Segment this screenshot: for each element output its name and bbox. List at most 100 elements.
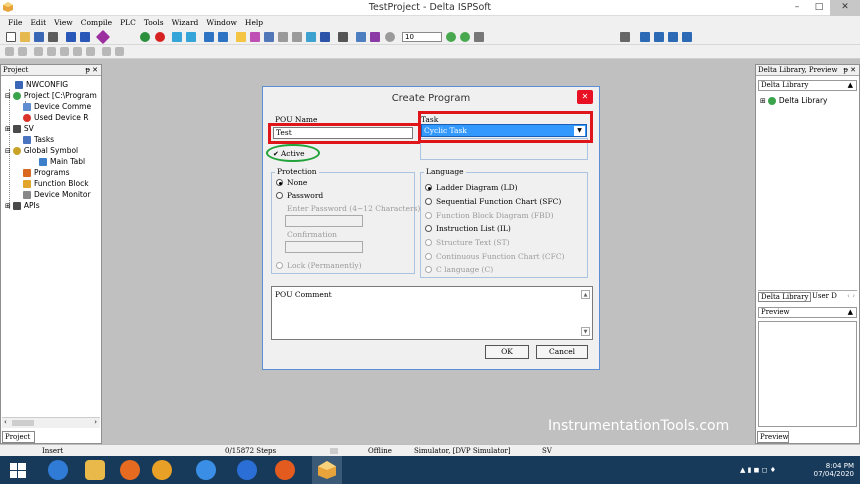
print-icon[interactable] xyxy=(48,32,58,42)
stop-icon[interactable] xyxy=(155,32,165,42)
open-folder-icon[interactable] xyxy=(20,32,30,42)
network-icon[interactable] xyxy=(338,32,348,42)
maximize-button[interactable]: □ xyxy=(808,0,830,16)
menu-window[interactable]: Window xyxy=(206,18,237,27)
symbol-icon[interactable] xyxy=(370,32,380,42)
menu-view[interactable]: View xyxy=(54,18,73,27)
firefox-icon[interactable] xyxy=(275,460,295,480)
upload-icon[interactable] xyxy=(204,32,214,42)
media-player-icon[interactable] xyxy=(120,460,140,480)
copy-icon[interactable] xyxy=(47,47,56,56)
tab-delta-library[interactable]: Delta Library xyxy=(758,292,812,302)
windows-start-icon[interactable] xyxy=(10,463,26,478)
menu-compile[interactable]: Compile xyxy=(81,18,112,27)
save-icon[interactable] xyxy=(34,32,44,42)
tree-item-programs[interactable]: Programs xyxy=(23,167,70,178)
edge-browser-icon[interactable] xyxy=(48,460,68,480)
password-input[interactable] xyxy=(285,215,363,227)
monitor-icon[interactable] xyxy=(186,32,196,42)
arrow-icon[interactable] xyxy=(474,32,484,42)
ispsoft-taskbar-button[interactable] xyxy=(312,456,342,484)
chrome-icon[interactable] xyxy=(152,460,172,480)
layout-icon[interactable] xyxy=(66,32,76,42)
language-fbd-radio[interactable]: Function Block Diagram (FBD) xyxy=(425,211,554,220)
comment-icon[interactable] xyxy=(356,32,366,42)
coil-icon[interactable] xyxy=(292,32,302,42)
download-icon[interactable] xyxy=(218,32,228,42)
close-window-button[interactable]: ✕ xyxy=(830,0,860,16)
browser-icon[interactable] xyxy=(196,460,216,480)
pou-comment-area[interactable]: POU Comment ▲ ▼ xyxy=(271,286,593,340)
minimize-button[interactable]: – xyxy=(786,0,808,16)
library-dropdown[interactable]: Delta Library ▲ xyxy=(758,80,857,91)
replace-icon[interactable] xyxy=(115,47,124,56)
tree-item-tasks[interactable]: Tasks xyxy=(23,134,54,145)
tree-item-nwconfig[interactable]: NWCONFIG xyxy=(15,79,68,90)
pencil-icon[interactable] xyxy=(236,32,246,42)
menu-plc[interactable]: PLC xyxy=(120,18,136,27)
search-icon[interactable] xyxy=(102,47,111,56)
window-icon[interactable] xyxy=(80,32,90,42)
tree-item-project[interactable]: ⊟ Project [C:\Program xyxy=(5,90,97,101)
matrix-icon[interactable] xyxy=(682,32,692,42)
tab-preview[interactable]: Preview xyxy=(757,431,789,443)
table-icon[interactable] xyxy=(654,32,664,42)
language-cfc-radio[interactable]: Continuous Function Chart (CFC) xyxy=(425,252,565,261)
edit-icon[interactable] xyxy=(250,32,260,42)
app-icon[interactable] xyxy=(237,460,257,480)
delete-icon[interactable] xyxy=(73,47,82,56)
menu-file[interactable]: File xyxy=(8,18,22,27)
device-icon[interactable] xyxy=(640,32,650,42)
find-icon[interactable] xyxy=(86,47,95,56)
run-icon[interactable] xyxy=(140,32,150,42)
online-icon[interactable] xyxy=(172,32,182,42)
tree-item-sv[interactable]: ⊞ SV xyxy=(5,123,34,134)
language-sfc-radio[interactable]: Sequential Function Chart (SFC) xyxy=(425,197,561,206)
tab-project[interactable]: Project xyxy=(2,431,35,443)
back-icon[interactable] xyxy=(5,47,14,56)
new-file-icon[interactable] xyxy=(6,32,16,42)
scroll-left-icon[interactable]: ‹ xyxy=(4,418,7,426)
function-icon[interactable] xyxy=(306,32,316,42)
paste-icon[interactable] xyxy=(60,47,69,56)
protection-lock-radio[interactable]: Lock (Permanently) xyxy=(276,261,362,270)
tree-item-main-table[interactable]: Main Tabl xyxy=(39,156,85,167)
scroll-thumb[interactable] xyxy=(12,420,34,426)
tree-item-device-comment[interactable]: Device Comme xyxy=(23,101,91,112)
menu-edit[interactable]: Edit xyxy=(30,18,46,27)
language-il-radio[interactable]: Instruction List (IL) xyxy=(425,224,511,233)
cancel-button[interactable]: Cancel xyxy=(536,345,588,359)
tree-item-device-monitor[interactable]: Device Monitor xyxy=(23,189,91,200)
zoom-input[interactable]: 10 xyxy=(402,32,442,42)
forward-icon[interactable] xyxy=(18,47,27,56)
tab-user-defined[interactable]: User D xyxy=(810,292,839,300)
pin-close-icon[interactable]: ᵽ ✕ xyxy=(843,65,856,76)
file-explorer-icon[interactable] xyxy=(85,460,105,480)
language-ld-radio[interactable]: Ladder Diagram (LD) xyxy=(425,183,518,192)
tree-item-function-block[interactable]: Function Block xyxy=(23,178,89,189)
refresh-icon[interactable] xyxy=(460,32,470,42)
zoom-in-icon[interactable] xyxy=(446,32,456,42)
tab-nav-icon[interactable]: ‹ › xyxy=(847,292,855,300)
cut-icon[interactable] xyxy=(34,47,43,56)
tray-clock[interactable]: 8:04 PM 07/04/2020 xyxy=(812,462,854,478)
tool-icon[interactable] xyxy=(95,29,111,45)
protection-password-radio[interactable]: Password xyxy=(276,191,323,200)
grid-icon[interactable] xyxy=(264,32,274,42)
tray-icons[interactable]: ▲ ▮ ◼ ◻ ♦ xyxy=(740,466,776,474)
zoom-icon[interactable] xyxy=(385,32,395,42)
scroll-down-icon[interactable]: ▼ xyxy=(581,327,590,336)
protection-none-radio[interactable]: None xyxy=(276,178,307,187)
language-c-radio[interactable]: C language (C) xyxy=(425,265,493,274)
pin-close-icon[interactable]: ᵽ ✕ xyxy=(85,65,98,76)
dialog-close-button[interactable]: ✕ xyxy=(577,90,593,104)
menu-help[interactable]: Help xyxy=(245,18,263,27)
menu-tools[interactable]: Tools xyxy=(144,18,164,27)
tree-item-global-symbol[interactable]: ⊟ Global Symbol xyxy=(5,145,78,156)
confirmation-input[interactable] xyxy=(285,241,363,253)
align-icon[interactable] xyxy=(620,32,630,42)
language-st-radio[interactable]: Structure Text (ST) xyxy=(425,238,510,247)
ok-button[interactable]: OK xyxy=(485,345,529,359)
contact-icon[interactable] xyxy=(278,32,288,42)
tree-item-apis[interactable]: ⊞ APIs xyxy=(5,200,40,211)
